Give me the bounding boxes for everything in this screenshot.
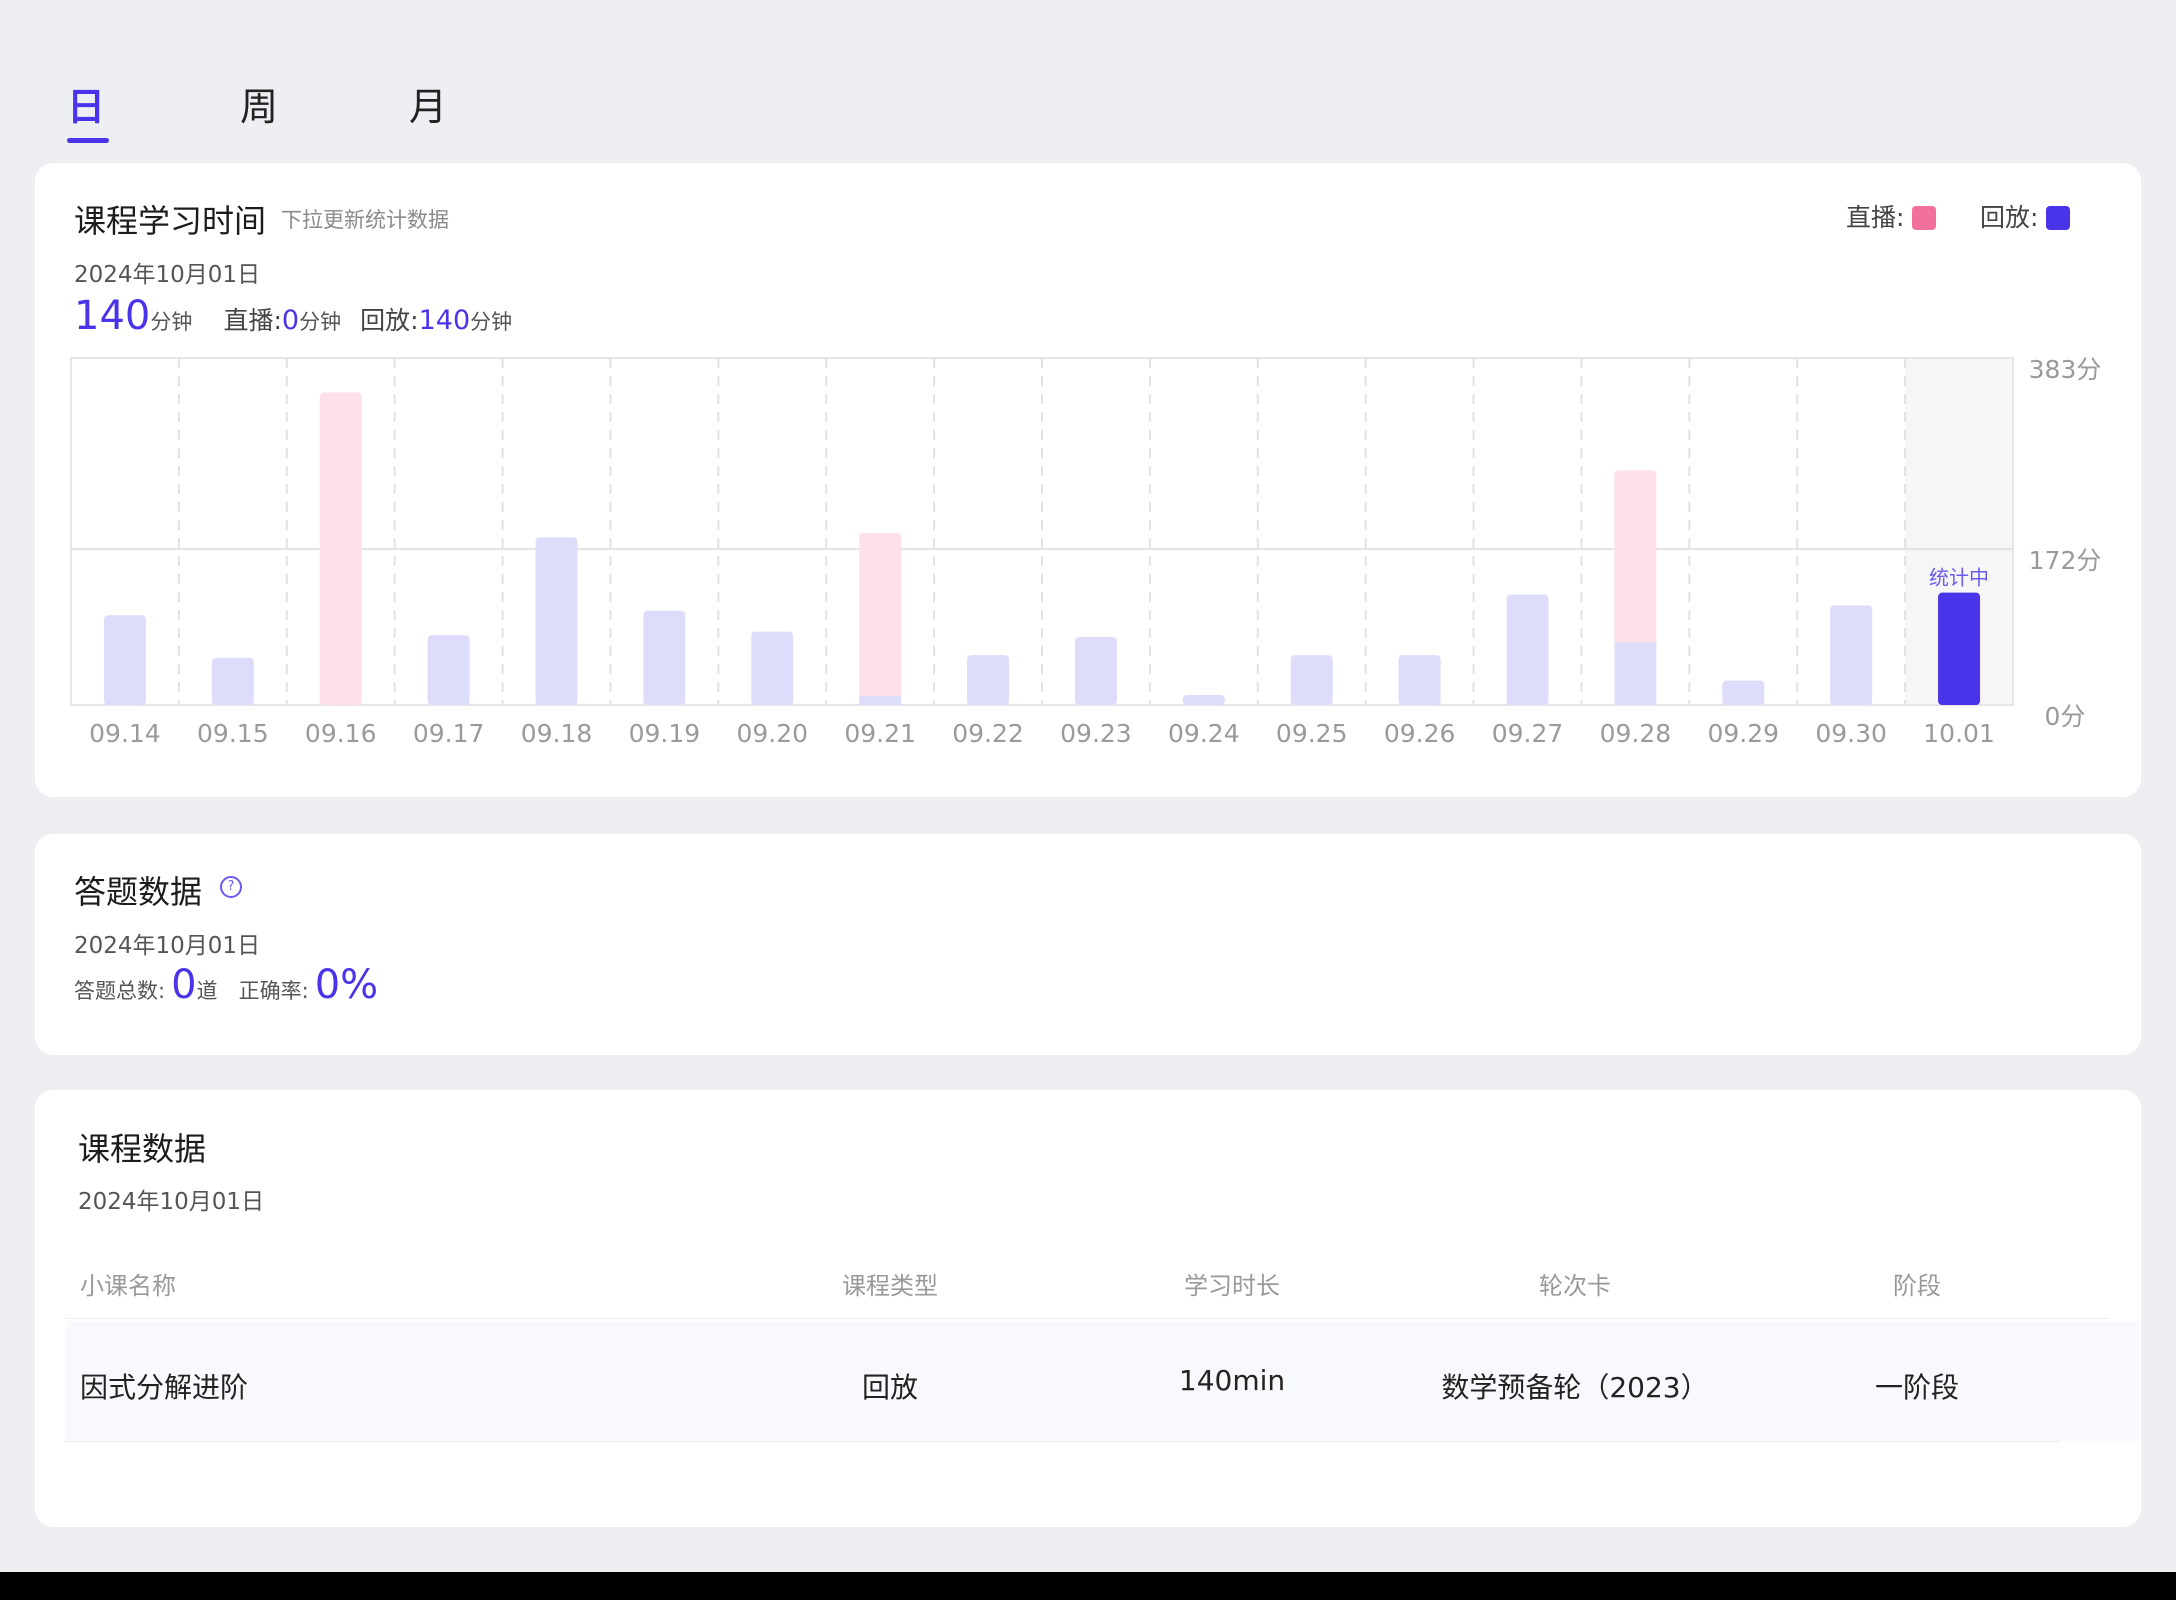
bottom-bar [0,1572,2176,1600]
bar-replay [859,695,902,705]
help-icon[interactable]: ? [220,876,242,898]
bar-replay [1722,680,1765,705]
legend-replay-swatch [2046,206,2071,230]
x-tick-label: 09.29 [1707,719,1779,748]
header-round-card: 轮次卡 [1539,1272,1611,1300]
course-date: 2024年10月01日 [78,1189,265,1215]
study-summary: 140分钟 直播:0分钟 回放:140分钟 [74,293,512,339]
study-time-title: 课程学习时间 [74,202,267,240]
legend-replay-label: 回放: [1980,203,2039,232]
x-tick-label: 09.14 [89,719,161,748]
answer-date: 2024年10月01日 [74,933,261,959]
current-status-label: 统计中 [1929,566,1989,590]
x-tick-label: 09.22 [952,719,1024,748]
cell-lesson-name: 因式分解进阶 [80,1371,249,1404]
header-lesson-name: 小课名称 [80,1272,176,1300]
refresh-hint: 下拉更新统计数据 [281,208,449,232]
table-divider [65,1318,2110,1319]
accuracy-label: 正确率: [238,979,309,1003]
header-stage: 阶段 [1893,1272,1941,1300]
header-study-duration: 学习时长 [1184,1272,1280,1300]
tab-day[interactable]: 日 [67,76,105,131]
x-tick-label: 09.28 [1600,719,1672,748]
answer-summary: 答题总数: 0道 正确率: 0% [74,962,378,1008]
live-label: 直播: [223,306,282,335]
y-tick-label: 0分 [2045,702,2086,731]
bar-replay [1830,605,1873,705]
bar-replay [967,655,1010,705]
x-tick-label: 09.20 [736,719,808,748]
bar-replay [1290,655,1333,705]
live-minutes: 0 [281,305,300,336]
answer-total-label: 答题总数: [74,979,166,1003]
bar-live [1614,470,1657,647]
x-tick-label: 09.21 [844,719,916,748]
bar-replay [1938,592,1981,705]
cell-round-card: 数学预备轮（2023） [1441,1371,1709,1404]
legend-live-label: 直播: [1846,203,1905,232]
answer-total-unit: 道 [196,979,218,1003]
bar-replay [1614,642,1657,705]
live-unit: 分钟 [299,310,342,334]
replay-label: 回放: [360,306,419,335]
x-tick-label: 09.23 [1060,719,1132,748]
x-tick-label: 09.17 [413,719,485,748]
y-tick-label: 383分 [2029,355,2102,384]
bar-live [859,532,902,700]
study-date: 2024年10月01日 [74,262,261,288]
x-tick-label: 09.26 [1384,719,1456,748]
bar-replay [1182,695,1225,705]
x-tick-label: 09.30 [1815,719,1887,748]
answer-total-value: 0 [171,962,197,1008]
total-minutes: 140 [74,293,151,339]
y-tick-label: 172分 [2029,546,2102,575]
tab-week[interactable]: 周 [240,76,278,131]
bar-replay [1074,637,1117,705]
bar-replay [1398,655,1441,705]
bar-replay [643,610,686,705]
bar-replay [1506,594,1549,705]
bar-live [319,392,362,705]
x-tick-label: 09.24 [1168,719,1240,748]
cell-stage: 一阶段 [1874,1371,1959,1404]
cell-course-type: 回放 [861,1371,918,1404]
bar-replay [535,537,578,705]
active-tab-indicator [67,138,109,143]
x-tick-label: 09.27 [1492,719,1564,748]
bar-replay [427,635,470,705]
x-tick-label: 09.19 [629,719,701,748]
x-tick-label: 09.25 [1276,719,1348,748]
study-time-chart[interactable]: 09.14 09.15 09.16 09.17 09.18 09.19 09.20 09.21… [60,350,2120,750]
legend-replay: 回放: [1980,198,2071,234]
bar-replay [751,631,794,705]
replay-unit: 分钟 [470,310,513,334]
cell-study-duration: 140min [1178,1364,1286,1397]
legend-live-swatch [1912,206,1937,230]
accuracy-value: 0% [314,962,379,1008]
course-card [35,1090,2141,1527]
x-tick-label: 09.15 [197,719,269,748]
bar-replay [211,657,254,705]
x-tick-label: 09.16 [305,719,377,748]
legend-live: 直播: [1846,198,1937,234]
x-tick-label: 09.18 [521,719,593,748]
header-course-type: 课程类型 [842,1272,938,1300]
bar-replay [103,615,146,705]
replay-minutes: 140 [418,305,471,336]
answer-card [35,834,2141,1055]
answer-title: 答题数据 [74,873,203,911]
table-divider [65,1441,2060,1442]
tab-month[interactable]: 月 [409,76,447,131]
course-title: 课程数据 [78,1130,207,1168]
total-unit: 分钟 [150,310,193,334]
x-tick-label: 10.01 [1923,719,1995,748]
